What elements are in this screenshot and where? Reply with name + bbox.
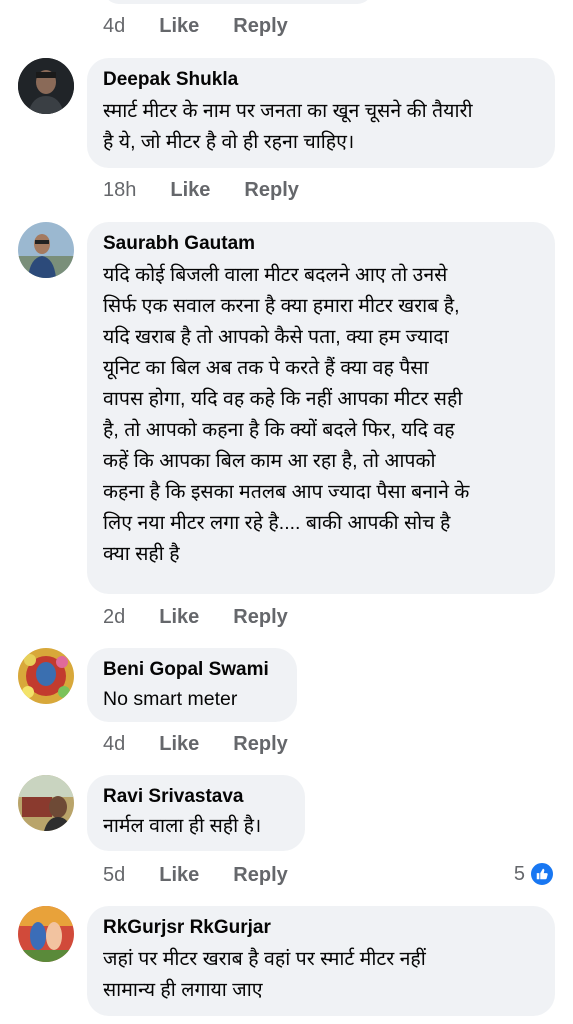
avatar[interactable] bbox=[18, 222, 74, 278]
like-thumb-icon bbox=[529, 861, 555, 887]
previous-comment-actions: 4d Like Reply bbox=[103, 13, 322, 39]
comment-actions: 4d Like Reply bbox=[103, 731, 322, 757]
reaction-count: 5 bbox=[513, 862, 525, 885]
comment-actions: 18h Like Reply bbox=[103, 177, 333, 203]
like-button[interactable]: Like bbox=[170, 179, 210, 202]
comment-time: 4d bbox=[103, 732, 126, 755]
reply-button[interactable]: Reply bbox=[233, 733, 287, 756]
comment-actions: 2d Like Reply bbox=[103, 604, 322, 630]
previous-comment-bubble bbox=[103, 0, 373, 4]
avatar[interactable] bbox=[18, 58, 74, 114]
like-button[interactable]: Like bbox=[159, 606, 199, 629]
avatar-photo-icon bbox=[18, 58, 74, 114]
avatar-photo-icon bbox=[18, 648, 74, 704]
comment-author[interactable]: RkGurjsr RkGurjar bbox=[103, 916, 539, 940]
avatar-photo-icon bbox=[18, 906, 74, 962]
comment-author[interactable]: Beni Gopal Swami bbox=[103, 658, 281, 682]
comment-bubble: Ravi Srivastava नार्मल वाला ही सही है। bbox=[87, 775, 305, 851]
comment-actions: 5d Like Reply bbox=[103, 862, 322, 888]
comment-text: No smart meter bbox=[103, 688, 238, 710]
avatar[interactable] bbox=[18, 648, 74, 704]
comment-author[interactable]: Ravi Srivastava bbox=[103, 785, 289, 809]
comment-text: स्मार्ट मीटर के नाम पर जनता का खून चूसने… bbox=[103, 100, 473, 153]
avatar[interactable] bbox=[18, 906, 74, 962]
comment-bubble: Deepak Shukla स्मार्ट मीटर के नाम पर जनत… bbox=[87, 58, 555, 168]
comment-text: यदि कोई बिजली वाला मीटर बदलने आए तो उनसे… bbox=[103, 264, 470, 565]
like-button[interactable]: Like bbox=[159, 733, 199, 756]
reply-button[interactable]: Reply bbox=[233, 15, 287, 38]
reply-button[interactable]: Reply bbox=[233, 606, 287, 629]
reply-button[interactable]: Reply bbox=[244, 179, 298, 202]
comment-text: जहां पर मीटर खराब है वहां पर स्मार्ट मीट… bbox=[103, 948, 426, 1001]
comment-time: 4d bbox=[103, 14, 126, 37]
avatar-photo-icon bbox=[18, 222, 74, 278]
comment-bubble: Saurabh Gautam यदि कोई बिजली वाला मीटर ब… bbox=[87, 222, 555, 594]
comment-author[interactable]: Deepak Shukla bbox=[103, 68, 539, 92]
like-button[interactable]: Like bbox=[159, 864, 199, 887]
comment-author[interactable]: Saurabh Gautam bbox=[103, 232, 539, 256]
comment-time: 18h bbox=[103, 178, 137, 201]
reaction-summary[interactable]: 5 bbox=[514, 861, 555, 887]
comment-bubble: Beni Gopal Swami No smart meter bbox=[87, 648, 297, 722]
comment-time: 5d bbox=[103, 863, 126, 886]
avatar[interactable] bbox=[18, 775, 74, 831]
reply-button[interactable]: Reply bbox=[233, 864, 287, 887]
comment-time: 2d bbox=[103, 605, 126, 628]
comment-text: नार्मल वाला ही सही है। bbox=[103, 815, 262, 837]
comment-bubble: RkGurjsr RkGurjar जहां पर मीटर खराब है व… bbox=[87, 906, 555, 1016]
avatar-photo-icon bbox=[18, 775, 74, 831]
like-button[interactable]: Like bbox=[159, 15, 199, 38]
